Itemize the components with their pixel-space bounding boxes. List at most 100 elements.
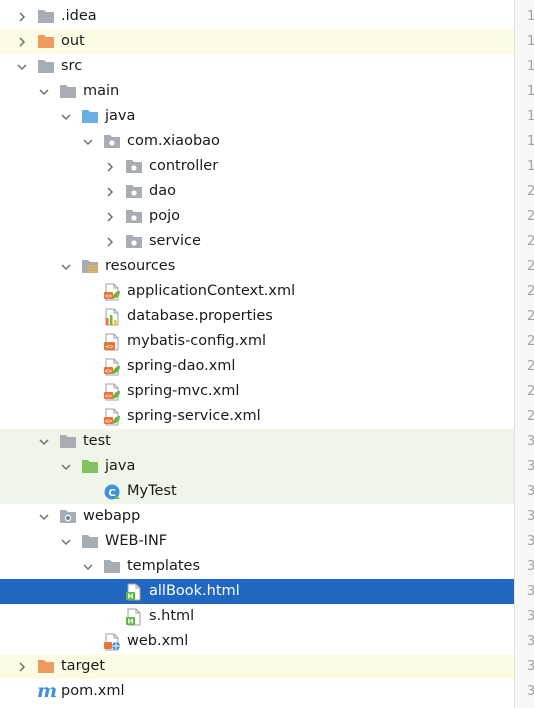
svg-text:H: H — [128, 618, 134, 626]
tree-row-idea[interactable]: .idea — [0, 4, 514, 29]
tree-row-webapp[interactable]: webapp — [0, 504, 514, 529]
folder-icon — [59, 83, 77, 101]
chevron-down-icon[interactable] — [58, 454, 74, 479]
tree-row-out[interactable]: out — [0, 29, 514, 54]
tree-row-label: allBook.html — [149, 583, 240, 599]
html-file-icon: H — [125, 583, 143, 601]
tree-row-label: webapp — [83, 508, 141, 524]
spring-xml-icon: <> — [103, 408, 121, 426]
line-number: 2 — [527, 184, 534, 199]
spring-xml-icon: <> — [103, 283, 121, 301]
tree-row-label: controller — [149, 158, 219, 174]
svg-text:<>: <> — [105, 368, 113, 375]
tree-row-templates[interactable]: templates — [0, 554, 514, 579]
chevron-down-icon[interactable] — [36, 429, 52, 454]
line-number: 2 — [527, 409, 534, 424]
tree-row-label: com.xiaobao — [127, 133, 220, 149]
chevron-down-icon[interactable] — [58, 104, 74, 129]
tree-row-target[interactable]: target — [0, 654, 514, 679]
tree-row-s-html[interactable]: Hs.html — [0, 604, 514, 629]
chevron-right-icon[interactable] — [14, 4, 30, 29]
tree-row-label: s.html — [149, 608, 195, 624]
tree-row-label: templates — [127, 558, 201, 574]
tree-row-spring-dao-xml[interactable]: <> spring-dao.xml — [0, 354, 514, 379]
source-folder-icon — [81, 108, 99, 126]
chevron-down-icon[interactable] — [80, 129, 96, 154]
chevron-right-icon[interactable] — [14, 29, 30, 54]
tree-row-label: out — [61, 33, 85, 49]
web-folder-icon — [59, 508, 77, 526]
tree-row-label: src — [61, 58, 83, 74]
tree-row-label: pojo — [149, 208, 180, 224]
chevron-right-icon[interactable] — [102, 204, 118, 229]
svg-text:H: H — [128, 593, 134, 601]
tree-row-label: spring-dao.xml — [127, 358, 236, 374]
line-number: 1 — [527, 109, 534, 124]
line-number: 3 — [527, 659, 534, 674]
tree-row-label: MyTest — [127, 483, 177, 499]
test-source-folder-icon — [81, 458, 99, 476]
tree-row-label: test — [83, 433, 111, 449]
tree-row-pom-xml[interactable]: m pom.xml — [0, 679, 514, 704]
package-icon — [125, 158, 143, 176]
spring-xml-icon: <> — [103, 383, 121, 401]
tree-row-com-xiaobao[interactable]: com.xiaobao — [0, 129, 514, 154]
tree-row-spring-service-xml[interactable]: <> spring-service.xml — [0, 404, 514, 429]
chevron-down-icon[interactable] — [58, 254, 74, 279]
chevron-right-icon[interactable] — [14, 654, 30, 679]
tree-row-web-xml[interactable]: web.xml — [0, 629, 514, 654]
line-number: 2 — [527, 384, 534, 399]
line-number: 2 — [527, 309, 534, 324]
tree-row-java[interactable]: java — [0, 454, 514, 479]
tree-row-label: java — [105, 458, 136, 474]
tree-row-label: spring-service.xml — [127, 408, 261, 424]
line-number: 1 — [527, 134, 534, 149]
web-xml-icon — [103, 633, 121, 651]
tree-row-controller[interactable]: controller — [0, 154, 514, 179]
tree-row-label: WEB-INF — [105, 533, 168, 549]
tree-row-java[interactable]: java — [0, 104, 514, 129]
folder-icon — [103, 558, 121, 576]
chevron-right-icon[interactable] — [102, 154, 118, 179]
package-icon — [125, 233, 143, 251]
chevron-down-icon[interactable] — [58, 529, 74, 554]
folder-icon — [37, 58, 55, 76]
line-number: 2 — [527, 359, 534, 374]
line-number: 3 — [527, 559, 534, 574]
line-number: 1 — [527, 34, 534, 49]
chevron-down-icon[interactable] — [36, 504, 52, 529]
tree-row-dao[interactable]: dao — [0, 179, 514, 204]
line-number: 1 — [527, 84, 534, 99]
tree-row-spring-mvc-xml[interactable]: <> spring-mvc.xml — [0, 379, 514, 404]
chevron-right-icon[interactable] — [102, 229, 118, 254]
chevron-down-icon[interactable] — [36, 79, 52, 104]
tree-row-test[interactable]: test — [0, 429, 514, 454]
tree-row-service[interactable]: service — [0, 229, 514, 254]
tree-row-label: service — [149, 233, 201, 249]
tree-row-applicationcontext-xml[interactable]: <> applicationContext.xml — [0, 279, 514, 304]
line-number: 1 — [527, 59, 534, 74]
chevron-right-icon[interactable] — [102, 179, 118, 204]
tree-row-resources[interactable]: resources — [0, 254, 514, 279]
tree-row-src[interactable]: src — [0, 54, 514, 79]
svg-text:<>: <> — [105, 393, 113, 400]
tree-row-main[interactable]: main — [0, 79, 514, 104]
line-number: 1 — [527, 9, 534, 24]
tree-row-mybatis-config-xml[interactable]: <> mybatis-config.xml — [0, 329, 514, 354]
tree-row-pojo[interactable]: pojo — [0, 204, 514, 229]
package-icon — [103, 133, 121, 151]
tree-row-label: resources — [105, 258, 176, 274]
tree-row-database-properties[interactable]: database.properties — [0, 304, 514, 329]
tree-row-allbook-html[interactable]: HallBook.html — [0, 579, 514, 604]
chevron-down-icon[interactable] — [14, 54, 30, 79]
line-number: 2 — [527, 334, 534, 349]
tree-row-label: mybatis-config.xml — [127, 333, 267, 349]
chevron-down-icon[interactable] — [80, 554, 96, 579]
tree-row-web-inf[interactable]: WEB-INF — [0, 529, 514, 554]
tree-row-label: java — [105, 108, 136, 124]
tree-row-label: applicationContext.xml — [127, 283, 296, 299]
tree-row-mytest[interactable]: C MyTest — [0, 479, 514, 504]
html-file-icon: H — [125, 608, 143, 626]
line-number: 1 — [527, 159, 534, 174]
tree-row-label: main — [83, 83, 120, 99]
